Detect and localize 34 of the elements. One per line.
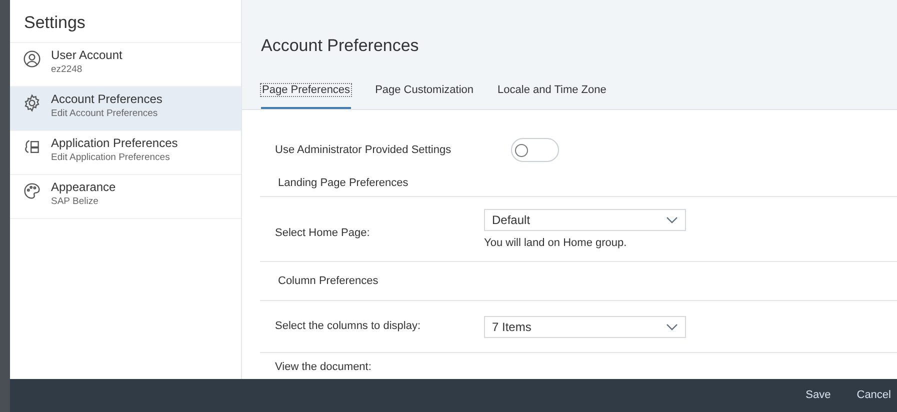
sidebar-item[interactable]: Appearance SAP Belize xyxy=(10,174,241,218)
dropdown-field[interactable]: Default xyxy=(484,209,686,231)
footer-button[interactable]: Cancel xyxy=(856,387,891,404)
page-title: Account Preferences xyxy=(261,35,420,57)
tab[interactable]: Page Customization xyxy=(375,82,474,109)
palette-icon xyxy=(23,182,41,200)
gear-icon xyxy=(23,94,41,112)
dropdown-field[interactable]: 7 Items xyxy=(484,316,686,338)
tab[interactable]: Locale and Time Zone xyxy=(498,82,606,109)
item-label: Account Preferences xyxy=(51,90,162,106)
sidebar-item[interactable]: Account Preferences Edit Account Preferences xyxy=(10,86,241,130)
sidebar-item[interactable]: User Account ez2248 xyxy=(10,42,241,86)
field-hint: You will land on Home group. xyxy=(484,236,628,251)
tab[interactable]: Page Preferences xyxy=(261,82,352,109)
item-label: Application Preferences xyxy=(51,134,178,150)
item-sublabel: Edit Account Preferences xyxy=(51,106,159,120)
chevron-down-icon xyxy=(666,216,678,224)
field-label: View the document: xyxy=(275,361,372,373)
chevron-down-icon xyxy=(666,322,678,330)
footer-button[interactable]: Save xyxy=(806,387,831,404)
user-icon xyxy=(23,50,41,68)
section-title: Column Preferences xyxy=(278,274,378,289)
section-title: Landing Page Preferences xyxy=(277,176,410,191)
item-label: User Account xyxy=(51,46,122,62)
toggle-label: Use Administrator Provided Settings xyxy=(275,142,452,158)
field-label: Select Home Page: xyxy=(275,226,371,241)
sidebar-item[interactable]: Application Preferences Edit Application Preferences xyxy=(10,130,241,174)
item-sublabel: ez2248 xyxy=(51,62,84,76)
apps-icon xyxy=(23,138,41,156)
toggle-switch[interactable] xyxy=(511,138,559,162)
item-label: Appearance xyxy=(51,178,116,194)
item-sublabel: SAP Belize xyxy=(51,194,100,208)
item-sublabel: Edit Application Preferences xyxy=(51,150,171,164)
field-label: Select the columns to display: xyxy=(275,319,422,334)
